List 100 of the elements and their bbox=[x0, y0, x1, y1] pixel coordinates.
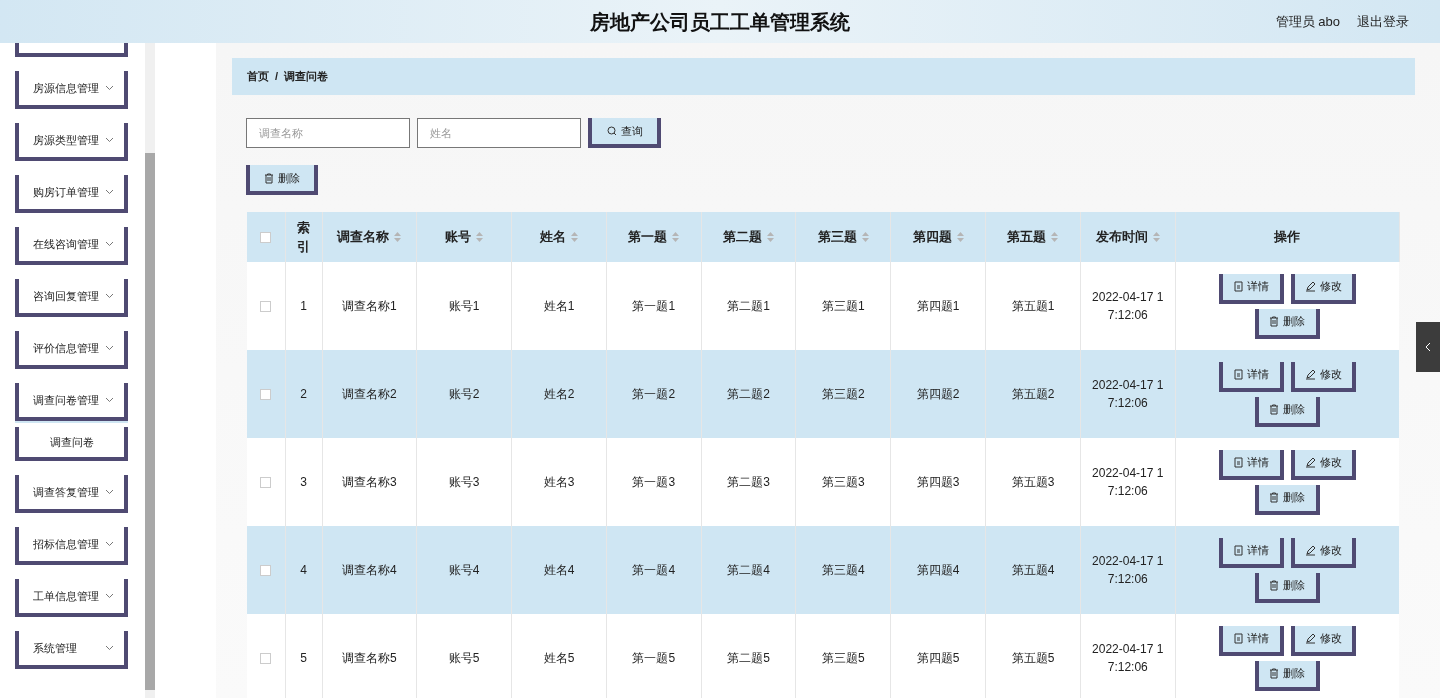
document-icon bbox=[1233, 281, 1243, 292]
row-action-button[interactable]: 详情 bbox=[1218, 625, 1284, 656]
column-header: 第三题 bbox=[817, 228, 857, 247]
sort-icon[interactable] bbox=[571, 232, 578, 242]
breadcrumb-item[interactable]: 调查问卷 bbox=[284, 68, 329, 85]
table-cell: 2022-04-17 17:12:06 bbox=[1092, 554, 1164, 586]
table-cell: 调查名称1 bbox=[342, 299, 397, 313]
sort-icon[interactable] bbox=[767, 232, 775, 242]
row-action-button[interactable]: 详情 bbox=[1218, 449, 1284, 480]
sidebar-item[interactable]: 购房订单管理 bbox=[15, 175, 128, 213]
column-header: 调查名称 bbox=[337, 228, 390, 247]
select-all-checkbox[interactable] bbox=[260, 232, 272, 244]
table-cell: 第五题5 bbox=[1011, 651, 1055, 665]
sidebar-item[interactable]: 房源信息管理 bbox=[15, 71, 128, 109]
row-checkbox[interactable] bbox=[260, 301, 272, 313]
table-cell: 姓名2 bbox=[543, 387, 575, 401]
table-cell: 第二题5 bbox=[727, 651, 770, 665]
sort-icon[interactable] bbox=[1051, 232, 1059, 242]
pencil-icon bbox=[1304, 545, 1316, 556]
row-action-button[interactable]: 修改 bbox=[1290, 625, 1356, 656]
sort-icon[interactable] bbox=[861, 232, 869, 242]
table-cell: 第五题4 bbox=[1011, 563, 1055, 577]
table-cell: 第五题3 bbox=[1011, 475, 1055, 489]
table-cell: 账号3 bbox=[448, 475, 480, 489]
column-header: 第一题 bbox=[628, 228, 668, 247]
column-header: 姓名 bbox=[540, 228, 566, 247]
row-checkbox[interactable] bbox=[260, 653, 272, 665]
row-action-button[interactable]: 删除 bbox=[1254, 308, 1320, 339]
column-header: 第二题 bbox=[723, 228, 763, 247]
sidebar-subitem[interactable]: 调查问卷 bbox=[15, 427, 128, 461]
column-header: 第五题 bbox=[1007, 228, 1047, 247]
document-icon bbox=[1233, 369, 1243, 380]
sidebar-item[interactable]: 评价信息管理 bbox=[15, 331, 128, 369]
sidebar-item[interactable]: 调查问卷管理 bbox=[15, 383, 128, 421]
sort-icon[interactable] bbox=[672, 232, 680, 242]
chevron-down-icon bbox=[105, 541, 114, 547]
sort-icon[interactable] bbox=[394, 232, 402, 242]
table-cell: 调查名称4 bbox=[342, 563, 397, 577]
row-action-button[interactable]: 详情 bbox=[1218, 537, 1284, 568]
table-cell: 第二题2 bbox=[727, 387, 770, 401]
table-cell: 第三题5 bbox=[822, 651, 865, 665]
row-action-button[interactable]: 详情 bbox=[1218, 361, 1284, 392]
table-cell: 调查名称5 bbox=[342, 651, 397, 665]
sidebar-item[interactable]: 招标信息管理 bbox=[15, 527, 128, 565]
table-cell: 2022-04-17 17:12:06 bbox=[1092, 466, 1164, 498]
search-field[interactable]: 姓名 bbox=[417, 118, 581, 148]
pencil-icon bbox=[1304, 633, 1316, 644]
sidebar-item[interactable]: 在线咨询管理 bbox=[15, 227, 128, 265]
trash-icon bbox=[1269, 492, 1280, 503]
chevron-down-icon bbox=[105, 645, 114, 651]
row-action-button[interactable]: 修改 bbox=[1290, 273, 1356, 304]
trash-icon bbox=[1269, 316, 1280, 327]
row-action-button[interactable]: 删除 bbox=[1254, 396, 1320, 427]
table-cell: 第一题1 bbox=[632, 299, 676, 313]
table-cell: 第五题1 bbox=[1011, 299, 1055, 313]
table-cell: 姓名3 bbox=[543, 475, 575, 489]
document-icon bbox=[1233, 633, 1243, 644]
breadcrumb-separator: / bbox=[275, 69, 279, 85]
side-toggle-button[interactable] bbox=[1416, 322, 1440, 372]
column-header: 账号 bbox=[445, 228, 472, 247]
table-cell: 第四题2 bbox=[916, 387, 960, 401]
sort-icon[interactable] bbox=[1152, 232, 1160, 242]
table-cell: 第一题4 bbox=[632, 563, 676, 577]
sort-icon[interactable] bbox=[476, 232, 484, 242]
row-action-button[interactable]: 修改 bbox=[1290, 449, 1356, 480]
row-action-button[interactable]: 删除 bbox=[1254, 660, 1320, 691]
row-action-button[interactable]: 修改 bbox=[1290, 361, 1356, 392]
table-cell: 第二题3 bbox=[727, 475, 770, 489]
pencil-icon bbox=[1304, 369, 1316, 380]
row-checkbox[interactable] bbox=[260, 477, 272, 489]
table-cell: 第一题5 bbox=[632, 651, 676, 665]
breadcrumb-item[interactable]: 首页 bbox=[247, 68, 269, 85]
row-action-button[interactable]: 删除 bbox=[1254, 572, 1320, 603]
chevron-down-icon bbox=[105, 137, 114, 143]
sidebar-item[interactable]: 咨询回复管理 bbox=[15, 279, 128, 317]
chevron-down-icon bbox=[105, 189, 114, 195]
column-header: 第四题 bbox=[912, 228, 952, 247]
chevron-down-icon bbox=[105, 85, 114, 91]
sidebar-item[interactable]: 系统管理 bbox=[15, 631, 128, 669]
table-cell: 第一题3 bbox=[632, 475, 676, 489]
row-action-button[interactable]: 删除 bbox=[1254, 484, 1320, 515]
scrollbar[interactable] bbox=[145, 43, 155, 698]
sidebar-item[interactable]: 工单信息管理 bbox=[15, 579, 128, 617]
table-cell: 第四题4 bbox=[916, 563, 960, 577]
row-action-button[interactable]: 修改 bbox=[1290, 537, 1356, 568]
chevron-down-icon bbox=[105, 345, 114, 351]
search-field[interactable]: 调查名称 bbox=[246, 118, 410, 148]
table-cell: 姓名1 bbox=[543, 299, 575, 313]
row-checkbox[interactable] bbox=[260, 389, 272, 401]
table-cell: 第一题2 bbox=[632, 387, 676, 401]
row-checkbox[interactable] bbox=[260, 565, 272, 577]
logout-link[interactable]: 退出登录 bbox=[1357, 11, 1409, 32]
sidebar-item[interactable]: 房源类型管理 bbox=[15, 123, 128, 161]
row-action-button[interactable]: 详情 bbox=[1218, 273, 1284, 304]
trash-icon bbox=[1269, 668, 1280, 679]
chevron-down-icon bbox=[105, 293, 114, 299]
delete-button[interactable]: 删除 bbox=[246, 165, 318, 195]
search-button[interactable]: 查询 bbox=[588, 118, 661, 148]
sidebar-item[interactable]: 调查答复管理 bbox=[15, 475, 128, 513]
sort-icon[interactable] bbox=[956, 232, 964, 242]
